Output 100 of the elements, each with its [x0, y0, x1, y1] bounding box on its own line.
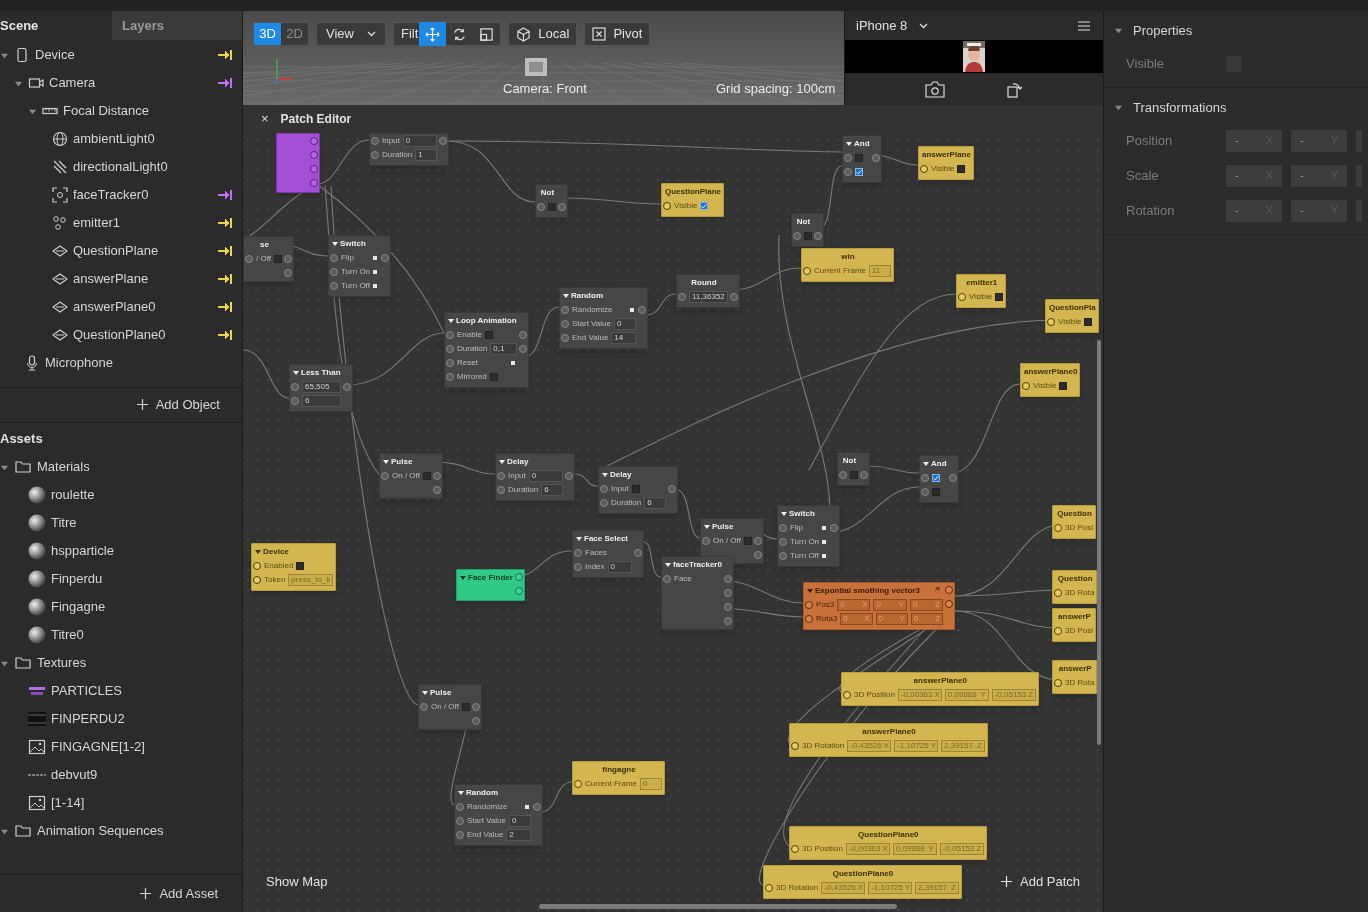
object-label[interactable]: ambientLight0 — [73, 129, 232, 149]
add-object-button[interactable]: Add Object — [136, 394, 220, 415]
value-field[interactable]: 2 — [506, 829, 531, 841]
patch-node[interactable]: And — [842, 135, 882, 183]
patch-node[interactable]: Pulse On / Off — [418, 684, 482, 730]
close-button[interactable]: × — [261, 109, 269, 129]
local-button[interactable]: Local — [508, 22, 578, 46]
value-field[interactable]: 0 — [509, 815, 531, 827]
patch-node[interactable]: Question 3D Rota — [1052, 570, 1098, 604]
patch-node[interactable]: answerPlane0 3D Position -0,00363 X 0,09888 Y -0,05153 Z — [841, 672, 1039, 706]
patch-node[interactable]: QuestionPlane Visible — [661, 183, 724, 217]
object-label[interactable]: Camera — [49, 73, 213, 93]
value-field[interactable]: 0 — [528, 470, 564, 482]
value-field[interactable]: 0 — [614, 318, 636, 330]
asset-label[interactable]: hspparticle — [51, 541, 114, 561]
patch-node[interactable]: Face Finder — [456, 569, 525, 601]
patch-node[interactable]: Delay Input Duration 6 — [598, 466, 679, 514]
asset-label[interactable]: debvut9 — [51, 765, 98, 785]
asset-label[interactable]: FINPERDU2 — [51, 709, 125, 729]
section-title[interactable]: Properties — [1133, 20, 1193, 41]
asset-label[interactable]: [1-14] — [51, 793, 85, 813]
object-label[interactable]: QuestionPlane — [73, 241, 213, 261]
patch-node[interactable]: fingagne Current Frame 0 — [572, 761, 665, 795]
patch-node[interactable]: Not — [535, 184, 568, 218]
patch-node[interactable]: Face Select Faces Index 0 — [572, 530, 644, 578]
view-dropdown[interactable]: View — [316, 22, 386, 46]
patch-node[interactable]: Random Randomize Start Value 0 End Value 14 — [559, 287, 648, 349]
port-label: Start Value — [572, 318, 611, 330]
object-label[interactable]: directionalLight0 — [73, 157, 232, 177]
port-label: Mirrored — [457, 371, 487, 383]
patch-node[interactable]: faceTracker0 Face — [661, 556, 734, 630]
mode-tab[interactable]: 3D — [254, 23, 281, 45]
port-label: Duration — [508, 484, 539, 496]
object-label[interactable]: faceTracker0 — [73, 185, 213, 205]
folder-label[interactable]: Animation Sequences — [37, 821, 164, 841]
patch-node[interactable]: win Current Frame 11 — [801, 248, 894, 282]
asset-label[interactable]: FINGAGNE[1-2] — [51, 737, 145, 757]
patch-node[interactable]: Not — [791, 213, 824, 247]
node-title: Random — [571, 289, 603, 302]
asset-label[interactable]: roulette — [51, 485, 95, 505]
show-map-button[interactable]: Show Map — [266, 871, 328, 891]
patch-node[interactable]: answerPlane0 3D Rotation -0,43526 X -1,10725 Y 2,39157 Z — [789, 723, 988, 757]
add-asset-button[interactable]: Add Asset — [140, 883, 218, 904]
value-field[interactable]: 0 — [402, 135, 438, 147]
value-field[interactable]: 65,505 — [302, 381, 341, 393]
value-field[interactable]: 6 — [644, 497, 667, 509]
folder-label[interactable]: Textures — [37, 653, 87, 673]
value-field[interactable]: 11,36352 — [689, 291, 728, 303]
object-label[interactable]: emitter1 — [73, 213, 213, 233]
object-label[interactable]: QuestionPlane0 — [73, 325, 213, 345]
object-label[interactable]: Focal Distance — [63, 101, 232, 121]
patch-node[interactable]: Switch Flip Turn On Turn Off — [328, 235, 392, 297]
value-field[interactable]: 0 — [607, 561, 632, 573]
patch-node[interactable]: And — [919, 455, 959, 503]
patch-node[interactable]: Random Randomize Start Value 0 End Value 2 — [454, 784, 543, 846]
add-patch-button[interactable]: Add Patch — [1001, 871, 1080, 891]
object-label[interactable]: Microphone — [45, 353, 232, 373]
port-label: Index — [585, 561, 605, 573]
folder-label[interactable]: Materials — [37, 457, 90, 477]
value-field[interactable]: 6 — [541, 484, 564, 496]
patch-node[interactable]: QuestionPla Visible — [1045, 299, 1099, 333]
patch-node[interactable]: Not — [837, 452, 870, 486]
patch-node[interactable]: emitter1 Visible — [956, 274, 1007, 308]
pivot-button[interactable]: Pivot — [584, 22, 651, 46]
patch-node[interactable]: Loop Animation Enable Duration 0,1 Reset Mirrored — [444, 312, 529, 388]
object-label[interactable]: Device — [35, 45, 213, 65]
asset-label[interactable]: PARTICLES — [51, 681, 123, 701]
node-title: Not — [796, 215, 811, 228]
patch-node[interactable]: Less Than 65,505 6 — [289, 364, 353, 412]
patch-node[interactable]: QuestionPlane0 3D Position -0,00363 X 0,09888 Y -0,05153 Z — [789, 826, 987, 860]
object-label[interactable]: answerPlane — [73, 269, 213, 289]
patch-node[interactable]: QuestionPlane0 3D Rotation -0,43526 X -1,10725 Y 2,39157 Z — [763, 865, 962, 899]
patch-node[interactable]: Delay Input 0 Duration 6 — [495, 453, 576, 501]
asset-label[interactable]: Finperdu — [51, 569, 103, 589]
patch-node[interactable]: answerP 3D Posi — [1052, 608, 1096, 642]
patch-node[interactable]: Input 0 Duration 1 — [369, 133, 450, 166]
asset-label[interactable]: Titre0 — [51, 625, 84, 645]
patch-node[interactable]: answerPlane0 Visible — [1020, 363, 1081, 397]
value-field[interactable]: 0,1 — [490, 343, 517, 355]
grid-label: Grid spacing: 100cm — [716, 80, 836, 98]
value-field[interactable]: 6 — [302, 395, 341, 407]
patch-node[interactable]: Round 11,36352 — [676, 274, 740, 308]
patch-node[interactable]: answerP 3D Rota — [1052, 660, 1098, 694]
patch-node[interactable]: answerPlane Visible — [918, 146, 974, 180]
patch-node[interactable]: Question 3D Posi — [1052, 505, 1096, 539]
asset-label[interactable]: Titre — [51, 513, 77, 533]
patch-node[interactable]: Device Enabled Token press_to_li — [251, 543, 337, 591]
patch-node[interactable]: Pulse On / Off — [379, 453, 443, 499]
node-title: Loop Animation — [456, 314, 517, 327]
object-label[interactable]: answerPlane0 — [73, 297, 213, 317]
patch-node[interactable]: Switch Flip Turn On Turn Off — [777, 505, 841, 567]
node-title: Expontial smothing vector3 — [815, 584, 920, 597]
value-field[interactable]: 1 — [415, 149, 438, 161]
device-dropdown[interactable]: iPhone 8 — [856, 15, 929, 36]
patch-node[interactable]: se / Off — [243, 236, 294, 282]
panel-tab[interactable]: Layers — [112, 11, 242, 40]
port-label: Enabled — [264, 560, 294, 572]
asset-label[interactable]: Fingagne — [51, 597, 106, 617]
section-title[interactable]: Transformations — [1133, 97, 1227, 118]
value-field[interactable]: 14 — [611, 332, 636, 344]
